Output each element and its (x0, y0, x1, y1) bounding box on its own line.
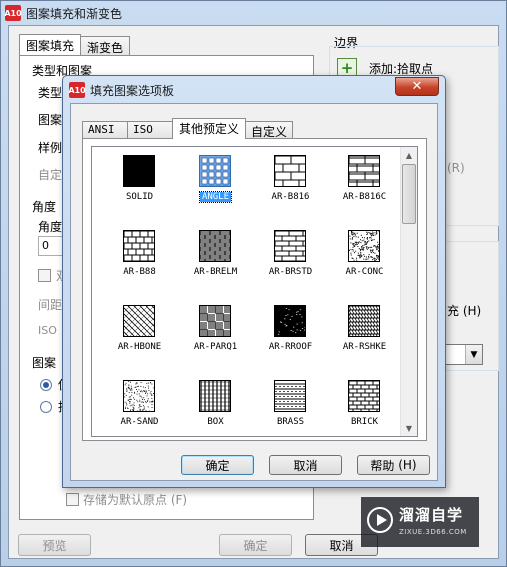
pattern-swatch (123, 305, 155, 337)
angle-scale-group-label: 角度 (32, 200, 57, 214)
scroll-up-icon[interactable]: ▲ (401, 147, 417, 163)
pattern-list-scrollbar[interactable]: ▲ ▼ (400, 147, 417, 436)
pattern-name: AR-B88 (123, 267, 156, 277)
separate-hatch-label: 充 (H) (447, 304, 482, 318)
site-watermark: 溜溜自学 ZIXUE.3D66.COM (361, 497, 479, 547)
pattern-item[interactable]: BRASS (253, 380, 328, 436)
right-option-key-r: (R) (447, 161, 465, 175)
pattern-swatch (348, 155, 380, 187)
pattern-name: BRICK (350, 417, 379, 427)
pattern-name: BRASS (276, 417, 305, 427)
pattern-item[interactable]: BOX (178, 380, 253, 436)
autocad-app-icon: A10 (4, 5, 22, 21)
pattern-item[interactable]: AR-CONC (327, 230, 402, 290)
pattern-item[interactable]: AR-HBONE (102, 305, 177, 365)
pattern-item[interactable]: AR-RSHKE (327, 305, 402, 365)
pattern-swatch (274, 305, 306, 337)
outer-tab-strip: 图案填充 渐变色 (19, 34, 131, 55)
pattern-swatch (348, 380, 380, 412)
type-label: 类型 (38, 86, 63, 100)
pattern-item[interactable]: AR-B88 (102, 230, 177, 290)
use-current-origin-radio[interactable] (40, 379, 52, 391)
pattern-name: AR-RROOF (268, 342, 313, 352)
watermark-url: ZIXUE.3D66.COM (399, 528, 467, 536)
pattern-item[interactable]: AR-SAND (102, 380, 177, 436)
pattern-name: BOX (207, 417, 224, 427)
help-label: 帮助 (370, 458, 395, 473)
tab-gradient[interactable]: 渐变色 (80, 36, 131, 55)
pattern-item[interactable]: AR-B816 (253, 155, 328, 215)
pattern-name: AR-CONC (345, 267, 384, 277)
pattern-name: AR-BRELM (193, 267, 238, 277)
pattern-name: SOLID (125, 192, 154, 202)
store-default-origin-checkbox[interactable] (66, 493, 79, 506)
pattern-name: AR-SAND (120, 417, 159, 427)
watermark-brand: 溜溜自学 (399, 506, 464, 524)
double-checkbox[interactable] (38, 269, 51, 282)
pattern-list[interactable]: SOLID ANGLE AR-B816 AR-B816C AR-B88 AR-BRELM A… (91, 146, 418, 437)
tab-ansi[interactable]: ANSI (82, 121, 128, 139)
pattern-name: AR-BRSTD (268, 267, 313, 277)
pattern-name: AR-PARQ1 (193, 342, 238, 352)
pattern-name: AR-RSHKE (342, 342, 387, 352)
tab-iso[interactable]: ISO (127, 121, 173, 139)
palette-tab-strip: ANSI ISO 其他预定义 自定义 (82, 118, 294, 139)
autocad-app-icon: A10 (68, 82, 86, 98)
pattern-swatch (348, 230, 380, 262)
pattern-item[interactable]: AR-PARQ1 (178, 305, 253, 365)
tab-other-predefined[interactable]: 其他预定义 (172, 118, 247, 139)
help-key: (H) (398, 458, 417, 472)
outer-title-bar: A10 图案填充和渐变色 (1, 1, 506, 25)
palette-help-button[interactable]: 帮助 (H) (357, 455, 430, 475)
chevron-down-icon: ▼ (465, 345, 482, 364)
pattern-item[interactable]: AR-RROOF (253, 305, 328, 365)
palette-window-title: 填充图案选项板 (90, 83, 175, 98)
palette-title-bar: A10 填充图案选项板 (68, 80, 175, 100)
pattern-swatch (199, 380, 231, 412)
pattern-item[interactable]: BRICK (327, 380, 402, 436)
pattern-swatch (199, 230, 231, 262)
swatch-label: 样例 (38, 141, 63, 155)
scroll-down-icon[interactable]: ▼ (401, 420, 417, 436)
play-logo-icon (367, 507, 393, 533)
scroll-thumb[interactable] (402, 164, 416, 224)
pattern-swatch (123, 380, 155, 412)
pattern-item[interactable]: AR-BRELM (178, 230, 253, 290)
preview-button[interactable]: 预览 (18, 534, 91, 556)
other-predefined-panel: SOLID ANGLE AR-B816 AR-B816C AR-B88 AR-BRELM A… (82, 138, 427, 441)
origin-group-label: 图案 (32, 356, 57, 370)
specified-origin-radio[interactable] (40, 401, 52, 413)
angle-label: 角度 (38, 220, 63, 234)
pattern-swatch (274, 230, 306, 262)
pattern-item[interactable]: AR-B816C (327, 155, 402, 215)
tab-hatch[interactable]: 图案填充 (19, 34, 82, 55)
spacing-label: 间距 (38, 298, 63, 312)
close-icon[interactable]: ✕ (395, 77, 439, 96)
palette-cancel-button[interactable]: 取消 (269, 455, 342, 475)
pattern-swatch (123, 155, 155, 187)
palette-ok-button[interactable]: 确定 (181, 455, 254, 475)
store-default-origin-label: 存储为默认原点 (F) (83, 493, 188, 507)
pattern-swatch (274, 155, 306, 187)
pattern-item[interactable]: AR-BRSTD (253, 230, 328, 290)
custom-pattern-label: 自定 (38, 168, 63, 182)
outer-window-title: 图案填充和渐变色 (26, 6, 123, 21)
outer-ok-button[interactable]: 确定 (219, 534, 292, 556)
pattern-swatch (274, 380, 306, 412)
iso-pen-width-label: ISO (38, 324, 57, 337)
hatch-pattern-palette-dialog: A10 填充图案选项板 ✕ ANSI ISO 其他预定义 自定义 SOLID AN… (62, 75, 446, 488)
pattern-swatch (123, 230, 155, 262)
pattern-swatch (199, 155, 231, 187)
pattern-name: ANGLE (198, 191, 233, 203)
pattern-name: AR-B816 (271, 192, 310, 202)
tab-custom[interactable]: 自定义 (245, 121, 294, 139)
palette-body: ANSI ISO 其他预定义 自定义 SOLID ANGLE AR-B816 AR-B… (70, 103, 438, 481)
pattern-swatch (348, 305, 380, 337)
pattern-name: AR-B816C (342, 192, 387, 202)
pattern-item[interactable]: ANGLE (178, 155, 253, 215)
pattern-name: AR-HBONE (117, 342, 162, 352)
pattern-swatch (199, 305, 231, 337)
pattern-item[interactable]: SOLID (102, 155, 177, 215)
pattern-label: 图案 (38, 113, 63, 127)
